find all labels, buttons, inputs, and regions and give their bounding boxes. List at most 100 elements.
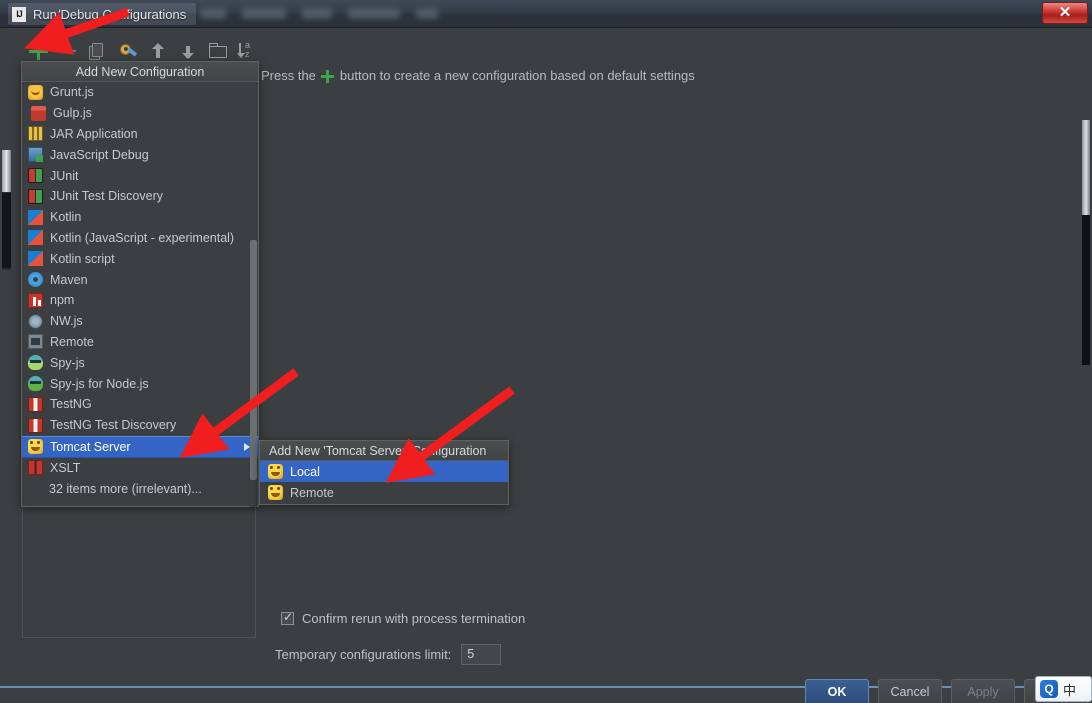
configuration-type-label: JavaScript Debug: [50, 147, 149, 162]
temp-limit-input[interactable]: 5: [461, 644, 502, 665]
configuration-type-label: NW.js: [50, 314, 83, 329]
junit-icon: [28, 188, 43, 204]
configuration-type-item[interactable]: Spy-js: [22, 352, 258, 373]
configuration-type-label: Maven: [50, 272, 88, 287]
configuration-type-item[interactable]: NW.js: [22, 311, 258, 332]
spyjs-node-icon: [28, 376, 43, 392]
configuration-type-item[interactable]: Kotlin (JavaScript - experimental): [22, 228, 258, 249]
configuration-type-item[interactable]: Remote: [22, 332, 258, 353]
arrow-down-icon[interactable]: [178, 41, 198, 61]
apply-button[interactable]: Apply: [951, 679, 1015, 703]
confirm-rerun-checkbox-row[interactable]: Confirm rerun with process termination: [281, 610, 526, 626]
configuration-type-label: 32 items more (irrelevant)...: [49, 481, 202, 496]
configuration-type-label: Kotlin script: [50, 251, 115, 266]
submenu-item[interactable]: Local: [260, 461, 508, 482]
window-title-bar[interactable]: Run/Debug Configurations ✕: [0, 0, 1092, 28]
tomcat-icon: [268, 464, 283, 479]
testng-icon: [28, 417, 43, 433]
configuration-type-item[interactable]: npm: [22, 290, 258, 311]
ok-button[interactable]: OK: [805, 679, 869, 703]
confirm-rerun-label: Confirm rerun with process termination: [302, 611, 526, 626]
configuration-type-item[interactable]: TestNG: [22, 394, 258, 415]
sort-az-icon[interactable]: az: [237, 41, 258, 61]
close-icon[interactable]: ✕: [1042, 2, 1088, 24]
configuration-type-label: TestNG: [50, 397, 92, 412]
configuration-type-label: JUnit Test Discovery: [50, 189, 163, 204]
submenu-title: Add New 'Tomcat Server' Configuration: [260, 441, 508, 461]
configuration-type-label: XSLT: [50, 460, 81, 475]
configuration-type-label: Kotlin (JavaScript - experimental): [50, 230, 235, 245]
gulp-icon: [31, 105, 46, 121]
qq-pinyin-logo-icon[interactable]: Q: [1040, 680, 1058, 698]
kotlin-icon: [28, 251, 43, 267]
arrow-up-icon[interactable]: [148, 41, 168, 61]
background-right-scrollbar-thumb[interactable]: [1082, 120, 1090, 215]
hint-text-after: button to create a new configuration bas…: [339, 68, 695, 83]
jar-icon: [28, 126, 43, 142]
hint-text-before: Press the: [261, 68, 316, 83]
configuration-type-item[interactable]: 32 items more (irrelevant)...: [22, 478, 258, 499]
kotlin-icon: [28, 230, 43, 246]
testng-icon: [28, 396, 43, 412]
minus-icon[interactable]: [58, 41, 78, 61]
background-left-scrollbar-lower: [2, 193, 11, 268]
submenu-item[interactable]: Remote: [260, 482, 508, 503]
copy-icon[interactable]: [88, 41, 108, 61]
configuration-type-item[interactable]: TestNG Test Discovery: [22, 415, 258, 436]
configuration-type-item[interactable]: Kotlin script: [22, 248, 258, 269]
submenu-item-label: Local: [290, 464, 320, 479]
configuration-type-item[interactable]: JUnit Test Discovery: [22, 186, 258, 207]
window-title-text: Run/Debug Configurations: [33, 6, 187, 22]
background-left-panel: [0, 28, 14, 688]
remote-icon: [28, 334, 43, 350]
configuration-type-item[interactable]: Tomcat Server: [22, 435, 258, 458]
dialog-button-bar: OK Cancel Apply Help: [14, 671, 1088, 703]
configuration-type-item[interactable]: Spy-js for Node.js: [22, 373, 258, 394]
tomcat-icon: [28, 439, 43, 455]
configuration-type-item[interactable]: XSLT: [22, 458, 258, 479]
configuration-type-label: npm: [50, 293, 75, 308]
intellij-idea-logo-icon: [12, 6, 26, 22]
configuration-type-item[interactable]: Kotlin: [22, 207, 258, 228]
add-new-configuration-popup: Add New Configuration Grunt.js Gulp.js JAR…: [21, 61, 259, 507]
background-right-scrollbar-lower: [1082, 215, 1090, 365]
maven-icon: [28, 272, 43, 288]
kotlin-icon: [28, 209, 43, 225]
plus-icon[interactable]: [28, 41, 48, 61]
configuration-type-item[interactable]: JAR Application: [22, 124, 258, 145]
javascript-debug-icon: [28, 147, 43, 163]
configuration-type-item[interactable]: JUnit: [22, 165, 258, 186]
wrench-icon[interactable]: [118, 41, 138, 61]
configuration-type-list[interactable]: Grunt.js Gulp.js JAR Application JavaScript…: [22, 82, 258, 506]
title-bar-blurred-background-text: [200, 6, 600, 22]
check-icon[interactable]: [281, 610, 294, 625]
xslt-icon: [28, 460, 43, 476]
configuration-type-label: Grunt.js: [50, 85, 94, 100]
configuration-type-item[interactable]: Gulp.js: [22, 103, 258, 124]
ime-mode-label[interactable]: 中: [1063, 680, 1076, 699]
configuration-type-label: TestNG Test Discovery: [50, 418, 177, 433]
configuration-type-item[interactable]: Grunt.js: [22, 82, 258, 103]
window-title: Run/Debug Configurations: [8, 3, 197, 25]
configuration-type-label: Gulp.js: [53, 106, 92, 121]
temp-limit-label: Temporary configurations limit:: [275, 647, 452, 662]
configuration-type-label: Tomcat Server: [50, 439, 131, 454]
configuration-type-item[interactable]: Maven: [22, 269, 258, 290]
popup-title: Add New Configuration: [22, 62, 258, 82]
tomcat-server-submenu: Add New 'Tomcat Server' Configuration Lo…: [259, 440, 509, 505]
input-method-bar[interactable]: Q 中: [1035, 676, 1092, 702]
folder-icon[interactable]: [208, 41, 228, 61]
plus-icon: [320, 69, 336, 83]
background-left-scrollbar-thumb[interactable]: [2, 150, 11, 192]
configuration-type-label: Spy-js for Node.js: [50, 376, 149, 391]
configuration-type-label: Remote: [50, 334, 94, 349]
popup-scrollbar-thumb[interactable]: [250, 240, 257, 480]
submenu-list[interactable]: Local Remote: [260, 461, 508, 503]
empty-state-hint: Press the button to create a new configu…: [261, 68, 695, 83]
spyjs-icon: [28, 355, 43, 371]
cancel-button[interactable]: Cancel: [878, 679, 942, 703]
submenu-item-label: Remote: [290, 485, 334, 500]
grunt-icon: [28, 84, 43, 100]
configuration-type-item[interactable]: JavaScript Debug: [22, 144, 258, 165]
temporary-configurations-limit-row: Temporary configurations limit: 5: [275, 644, 502, 665]
